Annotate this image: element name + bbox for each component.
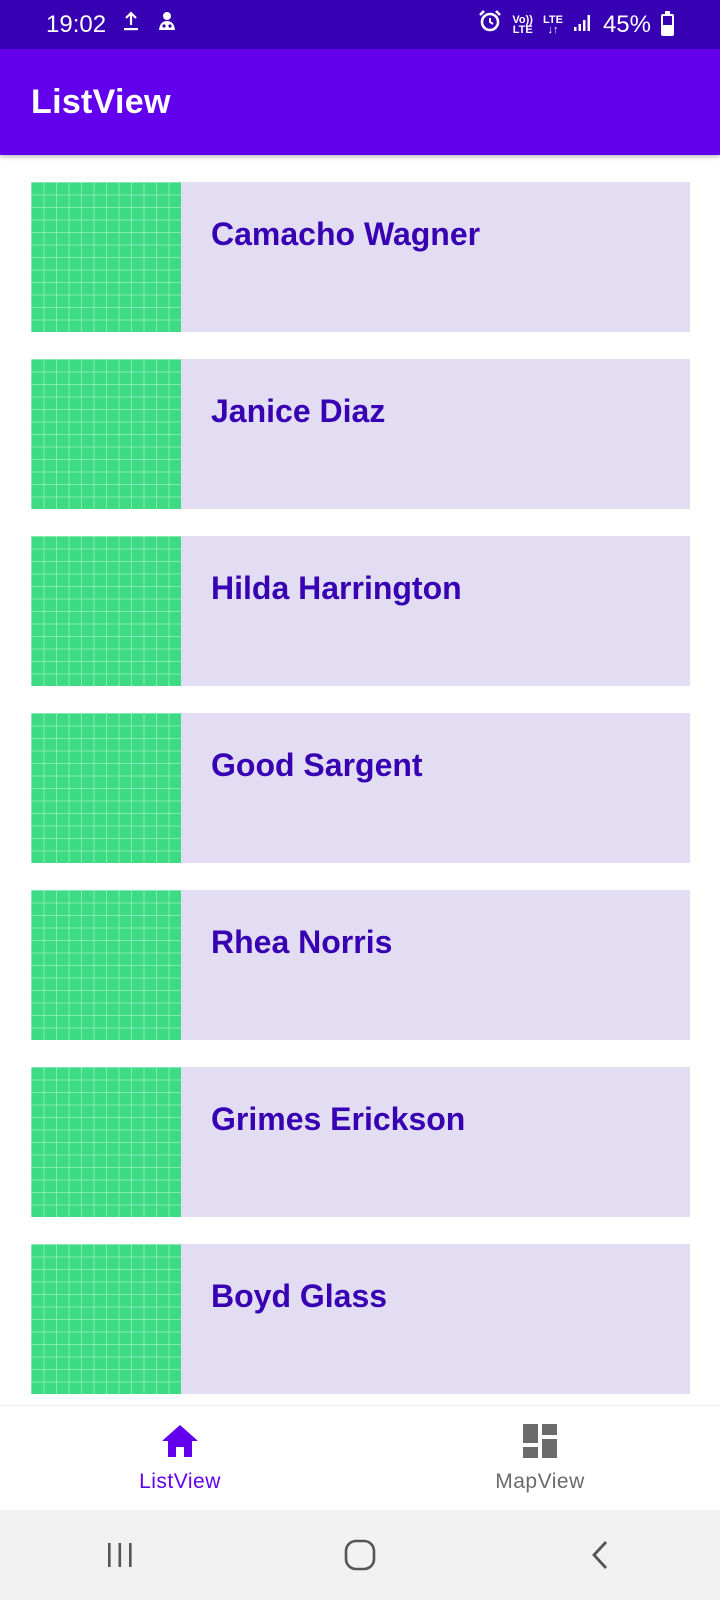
- data-arrows-icon: ↓↑: [547, 23, 559, 36]
- phone-screen: 19:02 Vo)) LTE LTE ↓↑ 45% ListView Camac…: [0, 0, 720, 1600]
- item-thumbnail: [31, 1067, 181, 1217]
- battery-fill: [663, 25, 672, 34]
- list-item[interactable]: Grimes Erickson: [31, 1067, 690, 1217]
- upload-notification-icon: [122, 10, 140, 39]
- alarm-icon: [478, 9, 502, 40]
- status-bar: 19:02 Vo)) LTE LTE ↓↑ 45%: [0, 0, 720, 49]
- list-item[interactable]: Boyd Glass: [31, 1244, 690, 1394]
- volte-label-top: Vo)): [512, 13, 533, 26]
- system-navigation-bar: [0, 1510, 720, 1600]
- app-bar: ListView: [0, 49, 720, 155]
- nav-item-listview[interactable]: ListView: [0, 1406, 360, 1510]
- status-bar-right: Vo)) LTE LTE ↓↑ 45%: [478, 9, 674, 40]
- nav-item-mapview[interactable]: MapView: [360, 1406, 720, 1510]
- battery-percent: 45%: [602, 10, 651, 38]
- item-name: Camacho Wagner: [211, 216, 481, 252]
- item-thumbnail: [31, 536, 181, 686]
- dashboard-icon: [522, 1423, 558, 1464]
- status-time: 19:02: [46, 10, 107, 38]
- list-item[interactable]: Hilda Harrington: [31, 536, 690, 686]
- item-name: Hilda Harrington: [211, 570, 462, 606]
- item-thumbnail: [31, 182, 181, 332]
- status-bar-left: 19:02: [46, 10, 178, 39]
- volte-label-bottom: LTE: [512, 23, 533, 36]
- back-button[interactable]: [570, 1530, 630, 1580]
- home-circle-icon: [344, 1539, 376, 1571]
- list-item[interactable]: Rhea Norris: [31, 890, 690, 1040]
- nav-label-listview: ListView: [139, 1469, 221, 1493]
- list-item[interactable]: Janice Diaz: [31, 359, 690, 509]
- bottom-navigation: ListView MapView: [0, 1405, 720, 1510]
- back-chevron-icon: [592, 1541, 608, 1569]
- list-item[interactable]: Good Sargent: [31, 713, 690, 863]
- item-name: Good Sargent: [211, 747, 423, 783]
- app-notification-icon: [156, 10, 178, 39]
- signal-icon: [573, 11, 593, 39]
- item-thumbnail: [31, 713, 181, 863]
- home-icon: [160, 1423, 200, 1464]
- app-bar-title: ListView: [31, 82, 171, 121]
- lte-indicator: LTE ↓↑: [542, 13, 563, 36]
- item-name: Grimes Erickson: [211, 1101, 466, 1137]
- list-item[interactable]: Camacho Wagner: [31, 182, 690, 332]
- recent-apps-button[interactable]: [90, 1530, 150, 1580]
- item-name: Boyd Glass: [211, 1278, 388, 1314]
- volte-indicator: Vo)) LTE: [512, 13, 533, 36]
- nav-label-mapview: MapView: [495, 1469, 585, 1493]
- item-name: Janice Diaz: [211, 393, 386, 429]
- item-thumbnail: [31, 890, 181, 1040]
- battery-icon: [661, 10, 674, 36]
- item-thumbnail: [31, 359, 181, 509]
- recent-apps-icon: [108, 1543, 132, 1567]
- item-thumbnail: [31, 1244, 181, 1394]
- item-name: Rhea Norris: [211, 924, 393, 960]
- person-list[interactable]: Camacho Wagner Janice Diaz Hilda Harring…: [0, 155, 720, 1405]
- home-button[interactable]: [330, 1530, 390, 1580]
- lte-label: LTE: [542, 13, 563, 26]
